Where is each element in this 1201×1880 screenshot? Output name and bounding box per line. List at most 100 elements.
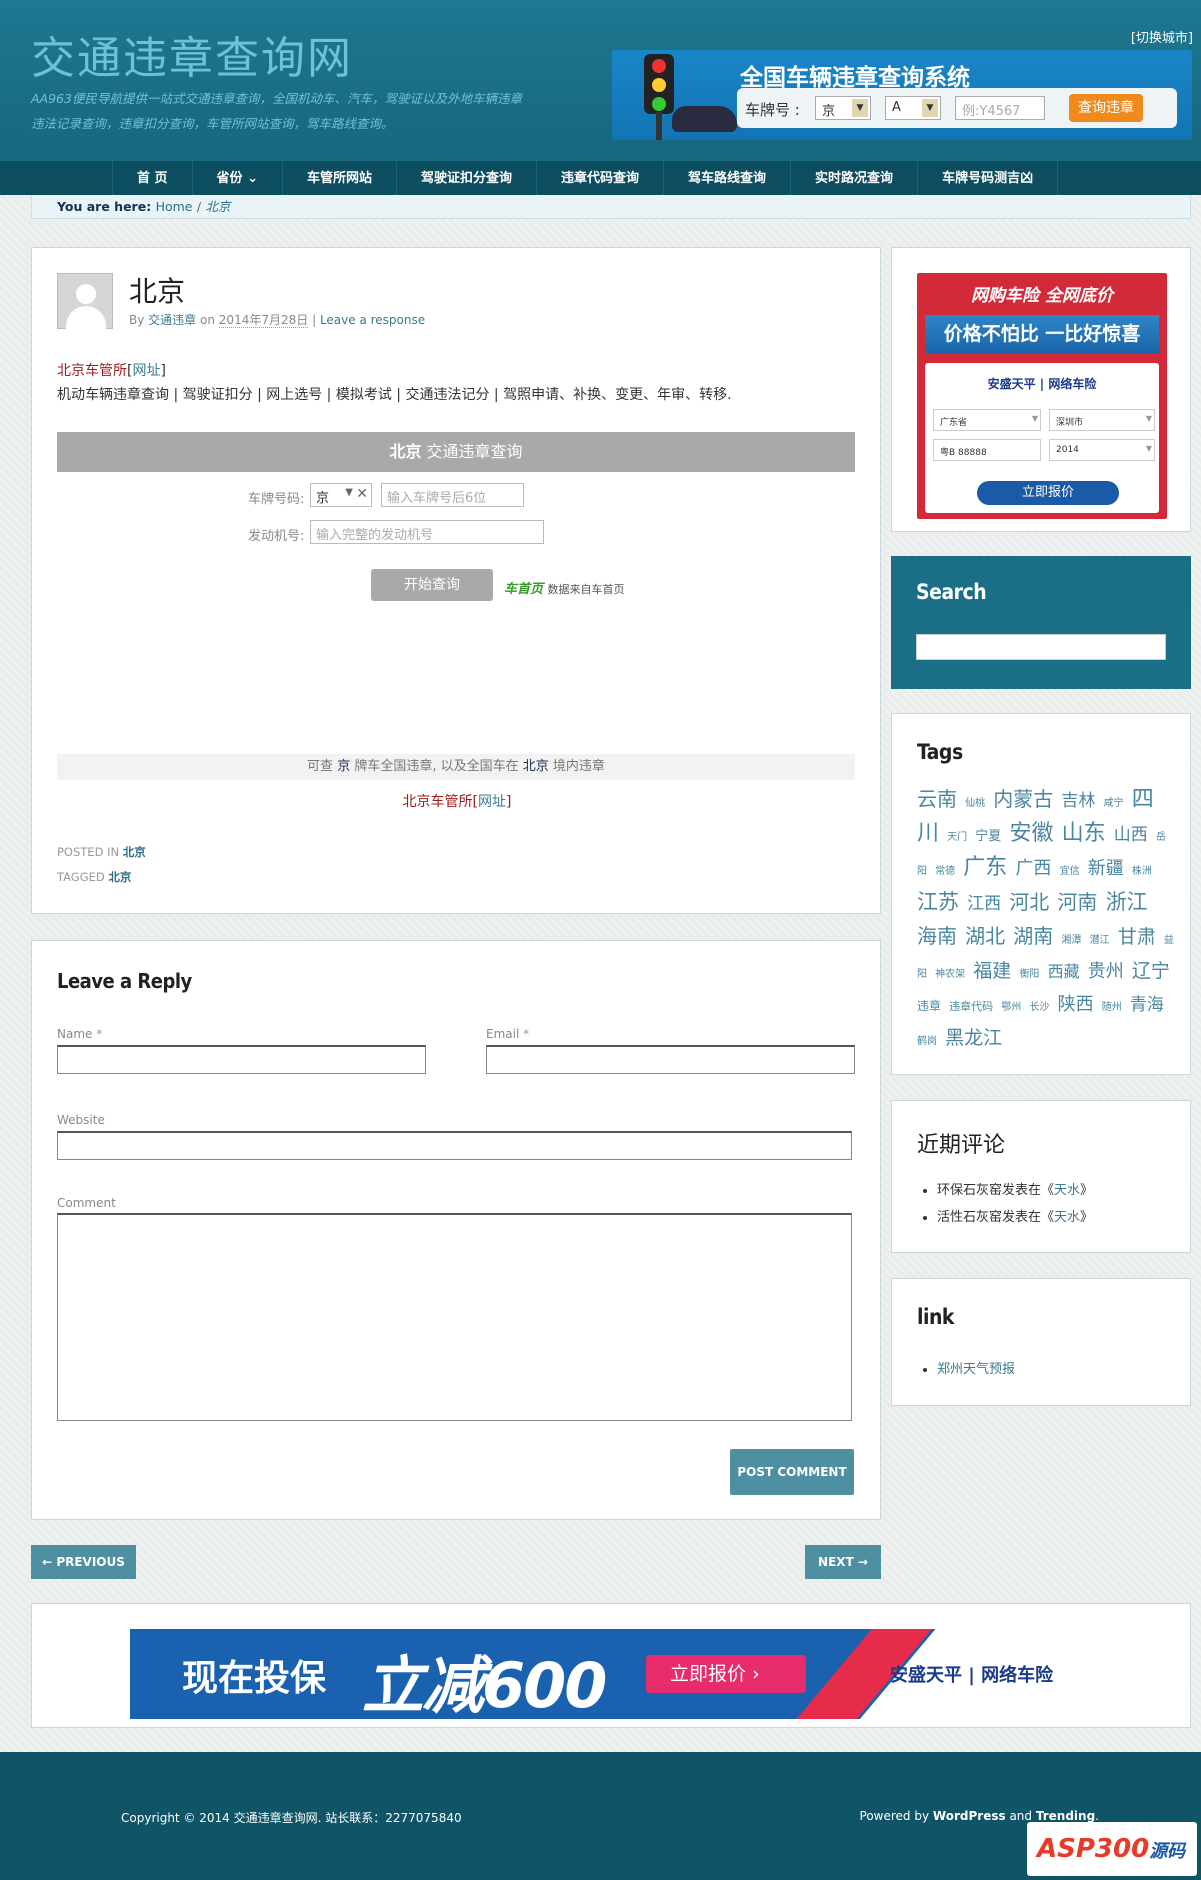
category-link[interactable]: 北京 [123,845,146,859]
trending-link[interactable]: Trending [1036,1809,1095,1823]
nav-item-home[interactable]: 首 页 [112,161,193,196]
tag-link[interactable]: 广东 [963,855,1007,880]
previous-post-button[interactable]: ← PREVIOUS [31,1545,136,1579]
tag-link[interactable]: 吉林 [1061,791,1095,811]
tag-link[interactable]: 湘潭 [1061,935,1081,946]
recent-post-link[interactable]: 天水 [1054,1210,1080,1225]
tag-link[interactable]: 山西 [1114,825,1148,845]
bottom-ad-button: 立即报价 › [646,1655,806,1693]
tag-link[interactable]: 违章代码 [949,1000,993,1013]
email-field[interactable] [486,1045,855,1074]
nav-item-live-traffic[interactable]: 实时路况查询 [791,161,919,196]
comment-textarea[interactable] [57,1213,852,1421]
tag-link[interactable]: 鹤岗 [917,1036,937,1047]
post-title: 北京 [129,275,186,308]
copyright: Copyright © 2014 交通违章查询网. 站长联系：227707584… [121,1811,462,1825]
breadcrumb: You are here: Home / 北京 [31,195,1191,219]
leave-response-link[interactable]: Leave a response [320,313,425,327]
nav-item-driving-route[interactable]: 驾车路线查询 [664,161,792,196]
plate-number-input[interactable]: 输入车牌号后6位 [381,483,524,507]
dmv-site-link[interactable]: 网址 [132,363,160,379]
letter-select[interactable]: A ▼ [885,96,941,120]
tag-link[interactable]: 衡阳 [1019,969,1039,980]
clear-icon[interactable]: ✕ [356,486,368,502]
engine-number-input[interactable]: 输入完整的发动机号 [310,520,544,544]
nav-item-violation-codes[interactable]: 违章代码查询 [537,161,665,196]
tag-link[interactable]: 神农架 [935,969,965,980]
tag-link[interactable]: 湖北 [965,924,1005,948]
tag-link[interactable]: 山东 [1062,821,1106,846]
axa-logo: 安盛天平 | 网络车险 [890,1665,1054,1686]
website-field[interactable] [57,1131,852,1160]
dmv-name-link[interactable]: 北京车管所 [57,363,127,379]
chevron-down-icon: ▼ [1145,444,1152,453]
name-field[interactable] [57,1045,426,1074]
switch-city-link[interactable]: [切换城市] [1131,27,1193,46]
breadcrumb-home-link[interactable]: Home [156,199,193,214]
author-link[interactable]: 交通违章 [148,313,196,327]
nav-item-plate-luck[interactable]: 车牌号码测吉凶 [918,161,1059,196]
link-title: link [917,1305,954,1329]
tag-link[interactable]: 江苏 [917,890,959,914]
traffic-light-icon [644,54,674,114]
name-label: Name * [57,1027,103,1041]
nav-item-dmv-sites[interactable]: 车管所网站 [283,161,397,196]
tag-link[interactable]: 黑龙江 [945,1027,1002,1049]
tag-link[interactable]: 新疆 [1088,858,1124,879]
insurance-ad[interactable]: 网购车险 全网底价 价格不怕比 一比好惊喜 安盛天平 | 网络车险 广东省 ▼ 深… [917,273,1167,519]
start-query-button[interactable]: 开始查询 [371,569,493,601]
tag-link[interactable]: 违章 [917,999,941,1013]
tag-link[interactable]: 海南 [917,924,957,948]
tag-link[interactable]: 福建 [973,960,1011,982]
nav-item-provinces[interactable]: 省份 ⌄ [193,161,283,196]
plate-prefix-select[interactable]: 京 ▼ ✕ [310,483,372,507]
chezhu-logo[interactable]: 车首页 数据来自车首页 [504,578,625,597]
tag-link[interactable]: 内蒙古 [993,787,1053,811]
search-input[interactable] [916,634,1166,660]
tag-link[interactable]: 陕西 [1058,994,1094,1015]
tag-link[interactable]: 云南 [917,787,957,811]
tag-link[interactable]: 安徽 [1009,821,1053,846]
tag-link[interactable]: 浙江 [1106,890,1148,914]
wordpress-link[interactable]: WordPress [933,1809,1006,1823]
tag-link[interactable]: 仙桃 [965,798,985,809]
province-select[interactable]: 京 ▼ [815,96,871,120]
tag-link[interactable]: 广西 [1015,858,1051,879]
tag-link[interactable]: 长沙 [1029,1002,1049,1013]
banner-plate-input[interactable]: 例:Y4567 [955,96,1045,120]
link-widget: link 郑州天气预报 [891,1278,1191,1406]
banner-form: 车牌号 : 京 ▼ A ▼ 例:Y4567 查询违章 [737,88,1177,128]
tag-link[interactable]: 潜江 [1090,935,1110,946]
tag-link[interactable]: 宁夏 [975,829,1001,844]
tag-link[interactable]: 宜信 [1060,866,1080,877]
tag-link[interactable]: 常德 [935,866,955,877]
dmv-line: 北京车管所[网址] [57,363,166,379]
tag-link[interactable]: 株洲 [1132,866,1152,877]
site-title[interactable]: 交通违章查询网 [31,22,353,86]
tag-link[interactable]: 江西 [967,894,1001,914]
banner-query-button[interactable]: 查询违章 [1069,94,1143,122]
tag-link[interactable]: 咸宁 [1104,798,1124,809]
banner-plate-label: 车牌号 : [745,101,800,119]
next-post-button[interactable]: NEXT → [805,1545,881,1579]
tag-link[interactable]: 西藏 [1048,962,1080,981]
site-footer: Copyright © 2014 交通违章查询网. 站长联系：227707584… [0,1752,1201,1880]
weather-link[interactable]: 郑州天气预报 [937,1362,1015,1377]
tag-link[interactable]: 天门 [947,832,967,843]
tag-link[interactable]: 甘肃 [1118,926,1156,948]
tag-link[interactable]: 青海 [1130,995,1164,1015]
tag-link[interactable]: 河南 [1057,890,1097,914]
recent-post-link[interactable]: 天水 [1054,1183,1080,1198]
bottom-insurance-ad[interactable]: 现在投保 立减600 立即报价 › 安盛天平 | 网络车险 [130,1629,1092,1719]
tag-link[interactable]: 辽宁 [1132,960,1170,982]
dmv-name-link[interactable]: 北京车管所 [403,794,473,810]
tag-link[interactable]: 鄂州 [1001,1002,1021,1013]
tag-link[interactable]: 湖南 [1013,924,1053,948]
dmv-site-link[interactable]: 网址 [478,794,506,810]
tag-link[interactable]: 随州 [1102,1002,1122,1013]
tag-link[interactable]: 河北 [1009,890,1049,914]
tag-link[interactable]: 北京 [108,870,131,884]
post-comment-button[interactable]: POST COMMENT [730,1449,854,1495]
tag-link[interactable]: 贵州 [1088,961,1124,982]
nav-item-license-points[interactable]: 驾驶证扣分查询 [397,161,538,196]
